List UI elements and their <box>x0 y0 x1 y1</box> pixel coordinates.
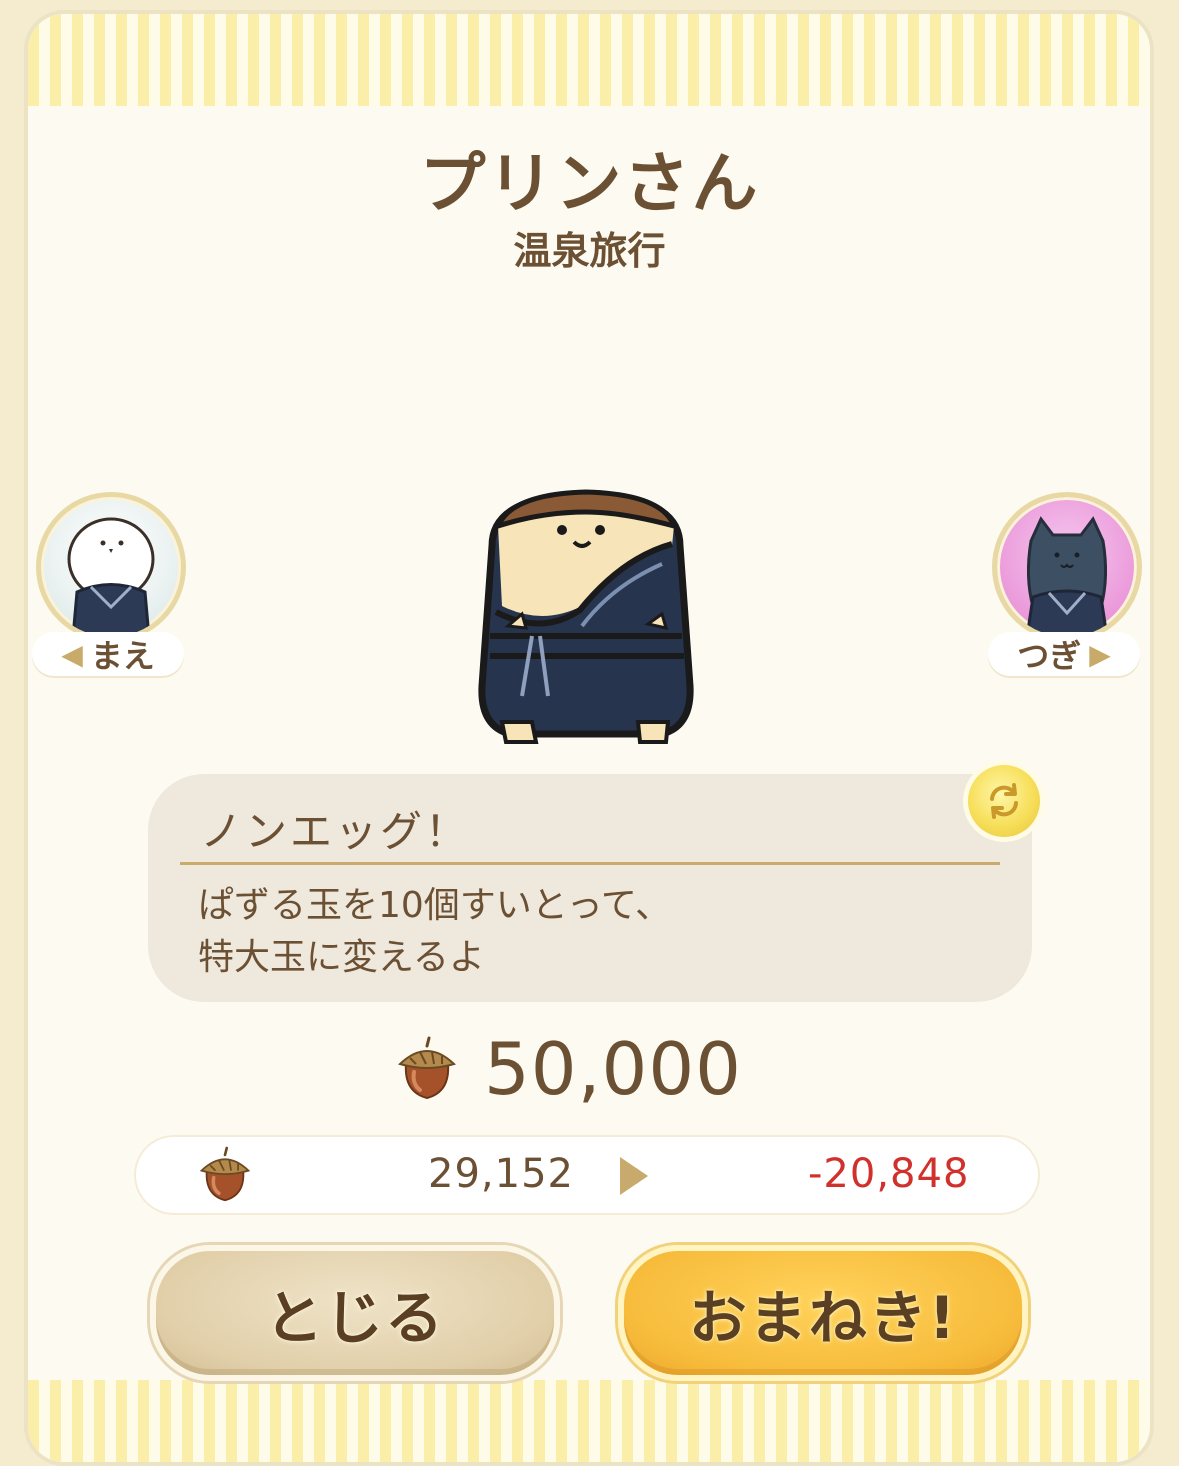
next-label: つぎ <box>1017 637 1082 675</box>
current-balance: 29,152 <box>428 1151 574 1197</box>
next-character-avatar <box>992 492 1142 642</box>
next-label-pill: つぎ ▶ <box>988 632 1140 676</box>
invite-button[interactable]: おまねき! <box>618 1245 1028 1381</box>
skill-description-line-1: ぱずる玉を10個すいとって、 <box>198 885 672 926</box>
refresh-skill-button[interactable] <box>968 765 1040 837</box>
refresh-icon <box>990 783 1018 819</box>
skill-description-line-2: 特大玉に変えるよ <box>198 937 485 978</box>
balance-bar: 29,152 -20,848 <box>136 1137 1038 1213</box>
modal-background: プリンさん 温泉旅行 ◀ まえ つぎ ▶ ノンエッグ！ ぱずる玉を10個すいとっ… <box>0 0 1179 1466</box>
prev-label-pill: ◀ まえ <box>32 632 184 676</box>
price-value: 50,000 <box>484 1027 742 1111</box>
skill-description-box: ノンエッグ！ ぱずる玉を10個すいとって、 特大玉に変えるよ <box>148 774 1032 1002</box>
close-button[interactable]: とじる <box>150 1245 560 1381</box>
balance-after-invite: -20,848 <box>808 1151 970 1197</box>
next-character-button[interactable]: つぎ ▶ <box>988 492 1148 682</box>
arrow-right-icon <box>620 1157 648 1195</box>
character-name: プリンさん <box>419 145 760 222</box>
acorn-icon <box>398 1036 456 1100</box>
acorn-icon <box>199 1146 251 1202</box>
top-stripe-border <box>28 14 1150 106</box>
left-arrow-icon: ◀ <box>61 637 83 671</box>
bottom-stripe-border <box>28 1380 1150 1462</box>
right-arrow-icon: ▶ <box>1089 637 1111 671</box>
prev-label: まえ <box>90 637 155 675</box>
skill-divider <box>180 862 1000 865</box>
prev-character-button[interactable]: ◀ まえ <box>32 492 192 682</box>
character-illustration <box>462 486 710 756</box>
prev-character-avatar <box>36 492 186 642</box>
invite-cost: 50,000 <box>396 1026 742 1112</box>
character-costume: 温泉旅行 <box>513 229 666 273</box>
skill-name: ノンエッグ！ <box>200 807 471 856</box>
skill-description: ぱずる玉を10個すいとって、 特大玉に変えるよ <box>198 880 671 984</box>
